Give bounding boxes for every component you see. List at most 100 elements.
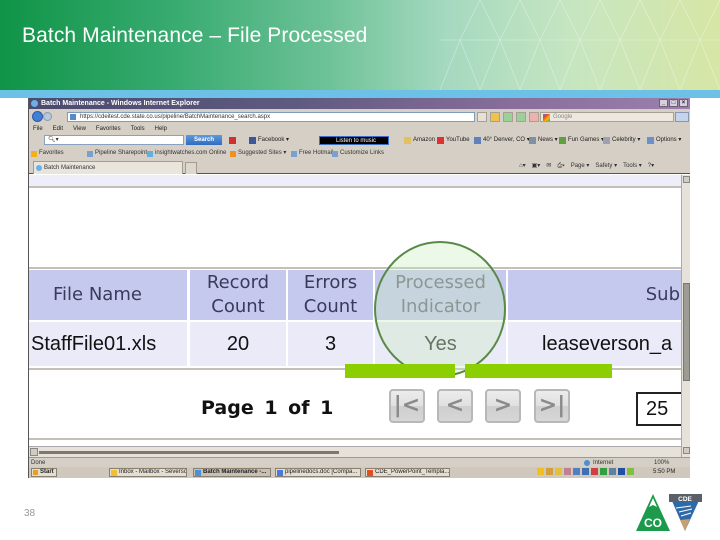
tray-icon[interactable] (591, 468, 598, 475)
green-bar (465, 364, 612, 378)
tray-icon[interactable] (573, 468, 580, 475)
cell-submitted-by: leaseverson_a (508, 322, 690, 366)
feeds-icon[interactable]: ▣▾ (532, 161, 541, 172)
maximize-button[interactable]: □ (669, 99, 678, 107)
green-bar (345, 364, 455, 378)
page-menu[interactable]: Page ▾ (571, 161, 590, 172)
toolbar-options[interactable]: Options ▾ (647, 136, 681, 145)
taskbar-item-inbox[interactable]: Inbox - Mailbox - Severso... (109, 468, 187, 477)
address-bar-row: https://cdeitest.cde.state.co.us/pipelin… (29, 109, 690, 124)
browser-screenshot: Batch Maintenance - Windows Internet Exp… (28, 98, 690, 478)
slide-title: Batch Maintenance – File Processed (22, 24, 368, 47)
tray-icon[interactable] (618, 468, 625, 475)
next-page-icon: > (493, 393, 513, 418)
refresh-icon[interactable] (503, 112, 513, 122)
next-page-button[interactable]: > (485, 389, 521, 423)
scroll-left-arrow-icon[interactable] (30, 448, 38, 456)
web-search-input[interactable]: Google (540, 112, 674, 122)
vertical-scrollbar[interactable] (681, 175, 690, 457)
column-header-file-name[interactable]: File Name (29, 270, 187, 320)
favorites-button[interactable]: Favorites (31, 148, 64, 159)
vertical-scroll-thumb[interactable] (683, 283, 690, 381)
mail-icon[interactable]: ✉ (546, 161, 551, 172)
menu-tools[interactable]: Tools (131, 124, 145, 134)
address-tools (477, 112, 539, 122)
lock-icon[interactable] (490, 112, 500, 122)
menu-help[interactable]: Help (155, 124, 167, 134)
tab-batch-maintenance[interactable]: Batch Maintenance (33, 161, 183, 174)
taskbar-item-batch-maintenance[interactable]: Batch Maintenance -... (193, 468, 271, 477)
tray-icon[interactable] (582, 468, 589, 475)
taskbar-item-pipelinedocs[interactable]: pipelinedocs.doc [Compa... (275, 468, 361, 477)
previous-page-icon: < (445, 393, 465, 418)
safety-menu[interactable]: Safety ▾ (595, 161, 617, 172)
toolbar-celebrity[interactable]: Celebrity ▾ (603, 136, 640, 145)
toolbar-youtube[interactable]: YouTube (437, 136, 470, 145)
tray-icon[interactable] (555, 468, 562, 475)
back-button[interactable] (32, 111, 43, 122)
fav-free-hotmail[interactable]: Free Hotmail (291, 148, 333, 159)
start-button[interactable]: Start (31, 468, 57, 477)
fav-pipeline-sharepoint[interactable]: Pipeline Sharepoint (87, 148, 147, 159)
previous-page-button[interactable]: < (437, 389, 473, 423)
go-icon[interactable] (516, 112, 526, 122)
tray-icon[interactable] (546, 468, 553, 475)
fav-customize-links[interactable]: Customize Links (332, 148, 384, 159)
logo-mountain-decoration (680, 519, 690, 531)
tray-icon[interactable] (627, 468, 634, 475)
horizontal-scrollbar[interactable] (29, 446, 681, 457)
menu-edit[interactable]: Edit (53, 124, 63, 134)
stop-icon[interactable] (529, 112, 539, 122)
address-url: https://cdeitest.cde.state.co.us/pipelin… (80, 114, 271, 120)
taskbar: Start Inbox - Mailbox - Severso... Batch… (29, 467, 690, 478)
status-bar: Done Internet 100% (29, 457, 690, 467)
scroll-down-arrow-icon[interactable] (683, 447, 690, 454)
forward-button[interactable] (43, 112, 52, 121)
toolbar-fun-games[interactable]: Fun Games ▾ (559, 136, 604, 145)
close-button[interactable]: × (679, 99, 688, 107)
menu-file[interactable]: File (33, 124, 43, 134)
fav-suggested-sites[interactable]: Suggested Sites ▾ (230, 148, 286, 159)
menu-favorites[interactable]: Favorites (96, 124, 121, 134)
help-menu[interactable]: ?▾ (648, 161, 654, 172)
column-header-submitted-by[interactable]: Sub (508, 270, 690, 320)
toolbar-news[interactable]: News ▾ (529, 136, 558, 145)
search-go-button[interactable] (675, 112, 689, 122)
column-header-errors-count[interactable]: Errors Count (288, 270, 373, 320)
cell-processed-indicator: Yes (375, 322, 506, 366)
first-page-button[interactable]: |< (389, 389, 425, 423)
toolbar-weather[interactable]: 40° Denver, CO ▾ (474, 136, 530, 145)
tray-icon[interactable] (600, 468, 607, 475)
page-size-input[interactable]: 25 (636, 392, 684, 426)
table-row[interactable]: StaffFile01.xls 20 3 Yes leaseverson_a (29, 322, 690, 366)
tray-icon[interactable] (537, 468, 544, 475)
column-header-record-count[interactable]: Record Count (190, 270, 286, 320)
window-titlebar: Batch Maintenance - Windows Internet Exp… (29, 98, 690, 109)
horizontal-scroll-thumb[interactable] (39, 451, 339, 454)
page-indicator: Page 1 of 1 (201, 397, 334, 419)
toolbar-amazon[interactable]: Amazon (404, 136, 435, 145)
search-icon: 🔍︎▾ (48, 137, 59, 143)
tray-icon[interactable] (564, 468, 571, 475)
taskbar-clock[interactable]: 5:50 PM (653, 467, 675, 478)
address-input[interactable]: https://cdeitest.cde.state.co.us/pipelin… (67, 112, 475, 122)
toolbar-search-input[interactable]: 🔍︎▾ (44, 135, 184, 145)
taskbar-item-powerpoint[interactable]: CDE_PowerPoint_Templa... (365, 468, 450, 477)
menu-bar: File Edit View Favorites Tools Help (29, 124, 690, 134)
home-icon[interactable]: ⌂▾ (519, 161, 526, 172)
toolbar-facebook[interactable]: Facebook ▾ (249, 136, 289, 145)
slide: Batch Maintenance – File Processed Batch… (0, 0, 720, 540)
tools-menu[interactable]: Tools ▾ (623, 161, 642, 172)
column-header-processed-indicator[interactable]: Processed Indicator (375, 270, 506, 320)
toolbar-search-button[interactable]: Search (186, 135, 222, 145)
minimize-button[interactable]: _ (659, 99, 668, 107)
last-page-button[interactable]: >| (534, 389, 570, 423)
new-tab-button[interactable] (185, 162, 197, 174)
listen-to-music-button[interactable]: Listen to music (319, 136, 389, 145)
scroll-up-arrow-icon[interactable] (683, 176, 690, 183)
dropdown-icon[interactable] (477, 112, 487, 122)
menu-view[interactable]: View (73, 124, 86, 134)
tray-icon[interactable] (609, 468, 616, 475)
print-icon[interactable]: ⎙▾ (557, 161, 564, 172)
fav-insightwatches[interactable]: insightwatches.com Online (147, 148, 226, 159)
